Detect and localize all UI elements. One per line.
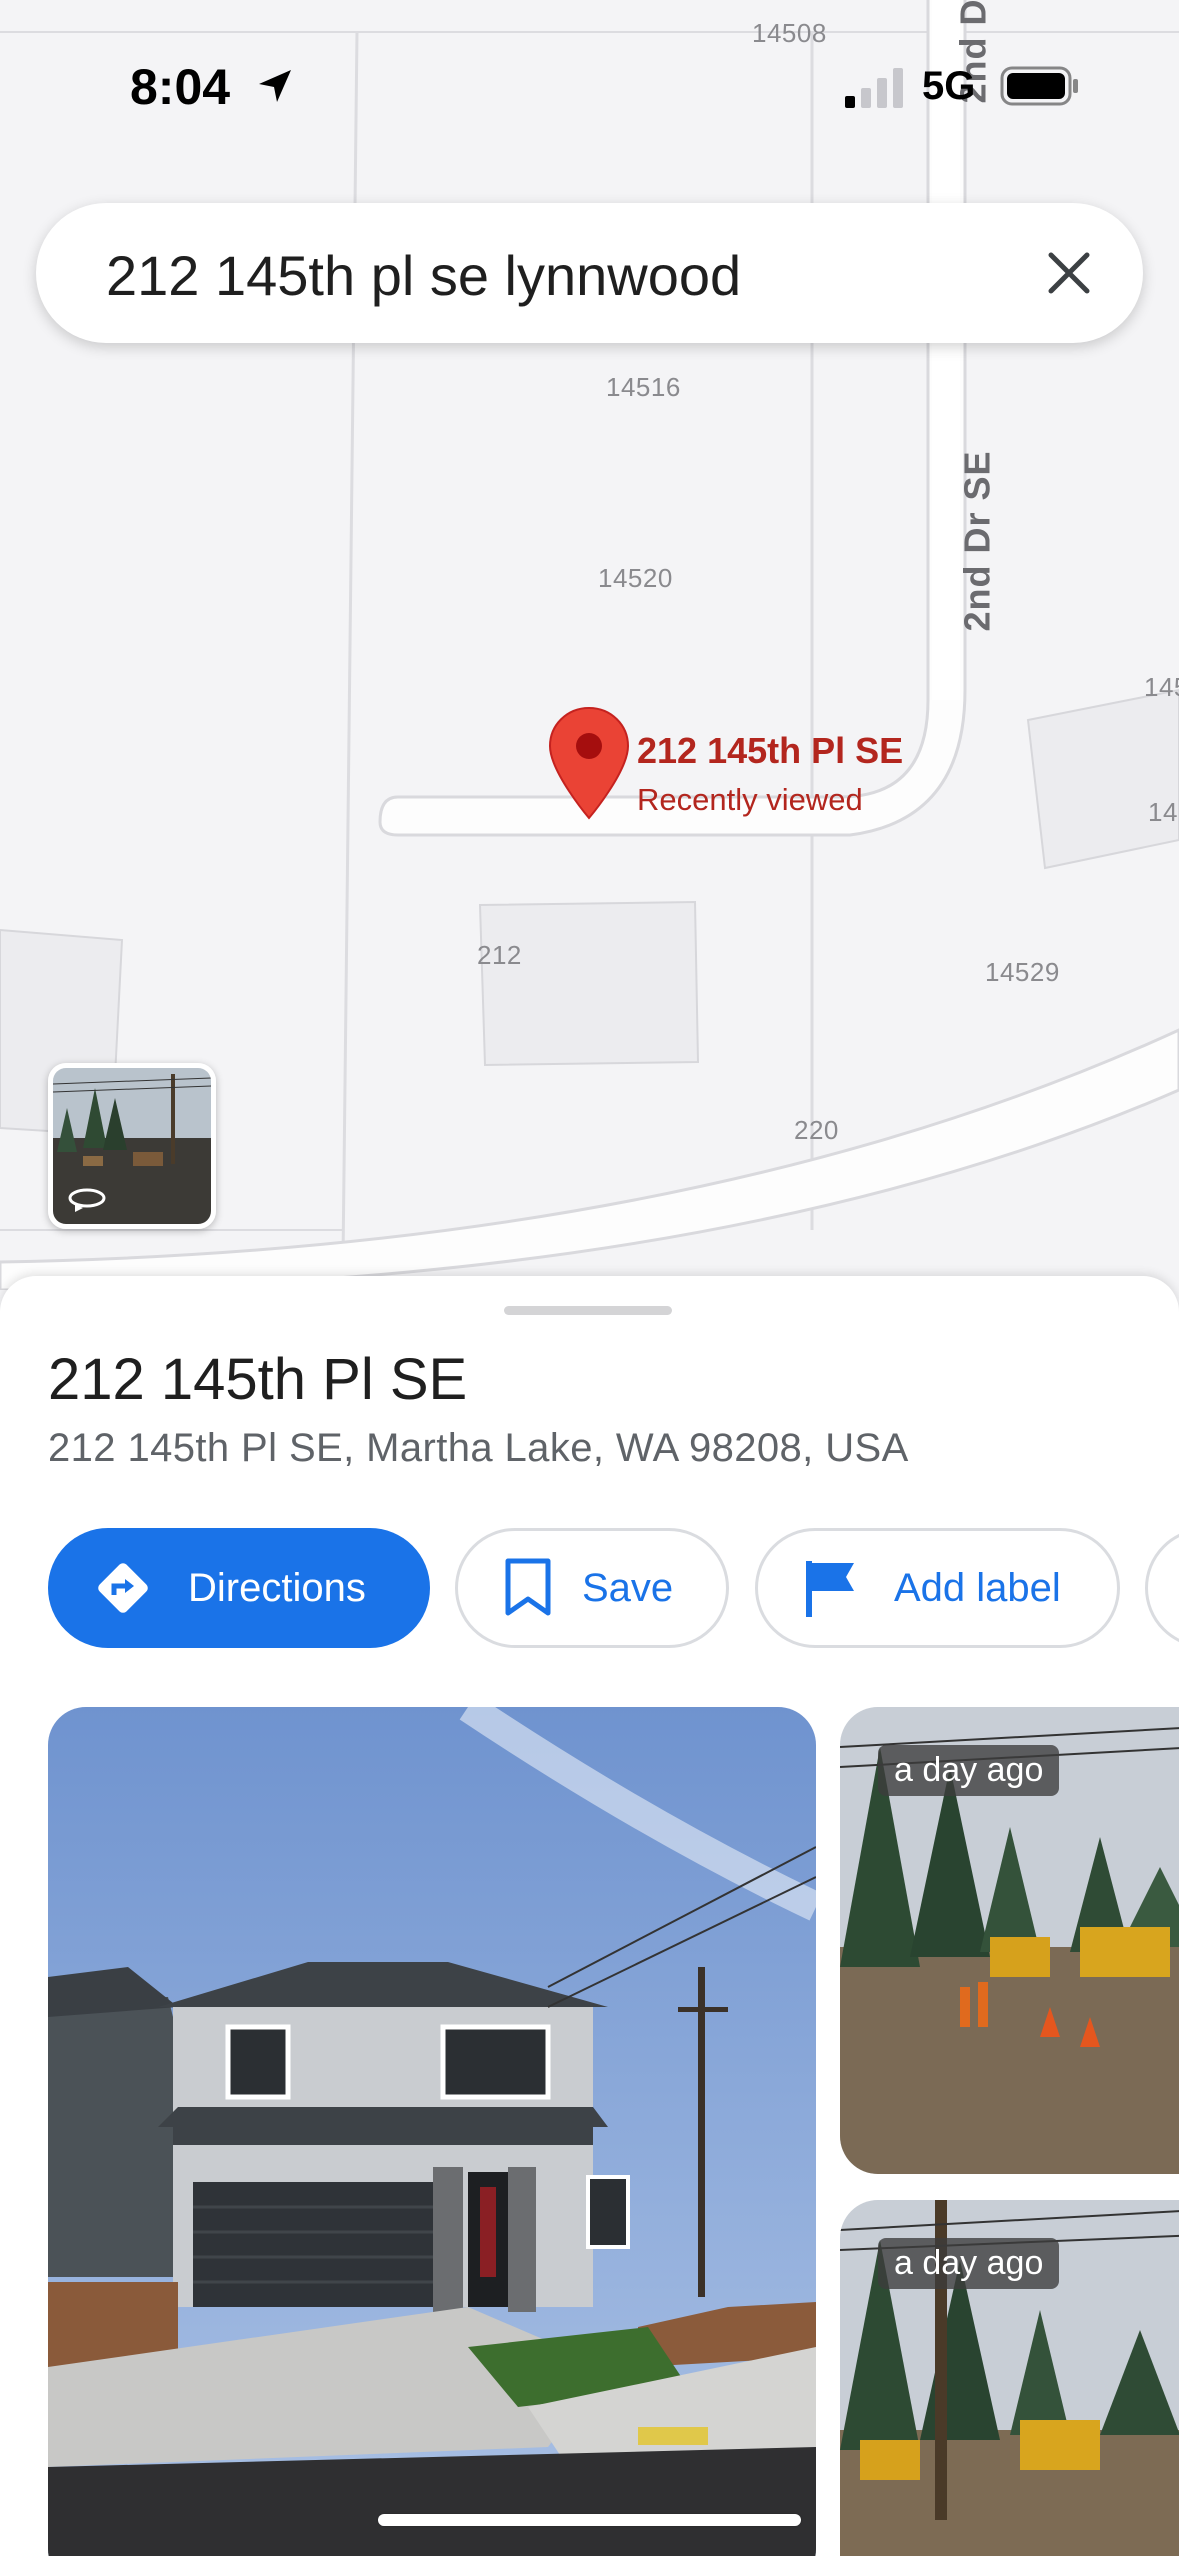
save-button[interactable]: Save: [455, 1528, 729, 1648]
search-bar[interactable]: 212 145th pl se lynnwood: [36, 203, 1143, 343]
home-indicator[interactable]: [378, 2514, 801, 2526]
save-label: Save: [582, 1565, 674, 1610]
battery-icon: [1000, 66, 1078, 106]
parcel-label: 14: [1148, 797, 1178, 827]
map-view[interactable]: 14508 14516 14520 212 14529 220 145 14 2…: [0, 0, 1179, 1290]
directions-label: Directions: [188, 1565, 366, 1610]
clock: 8:04: [130, 59, 231, 115]
street-view-thumbnail[interactable]: [48, 1063, 216, 1229]
drag-handle[interactable]: [504, 1306, 672, 1315]
parcel-label: 212: [477, 940, 522, 970]
map-pin-icon: [548, 706, 630, 820]
street-label: 2nd Dr SE: [956, 450, 998, 632]
parcel-label: 14516: [606, 372, 681, 402]
photo-date-badge: a day ago: [878, 2238, 1060, 2289]
status-bar: 8:04 5G: [0, 0, 1179, 170]
place-details-sheet[interactable]: 212 145th Pl SE 212 145th Pl SE, Martha …: [0, 1276, 1179, 2556]
location-arrow-icon: [259, 70, 291, 102]
close-icon[interactable]: [1035, 239, 1103, 307]
add-label-label: Add label: [894, 1565, 1061, 1610]
photo-date-badge: a day ago: [878, 1745, 1060, 1796]
directions-icon: [98, 1563, 148, 1613]
place-address: 212 145th Pl SE, Martha Lake, WA 98208, …: [48, 1426, 909, 1470]
pin-title[interactable]: 212 145th Pl SE: [637, 730, 903, 772]
place-photo-main[interactable]: [48, 1707, 816, 2556]
house-photo: [48, 1707, 816, 2556]
more-actions-button[interactable]: [1145, 1528, 1179, 1648]
network-type: 5G: [922, 64, 976, 108]
parcel-label: 220: [794, 1115, 839, 1145]
parcel-label: 14529: [985, 957, 1060, 987]
flag-icon: [806, 1561, 854, 1617]
cellular-signal-icon: [845, 68, 903, 108]
place-title: 212 145th Pl SE: [48, 1347, 468, 1412]
bookmark-icon: [505, 1558, 551, 1616]
parcel-label: 14520: [598, 563, 673, 593]
pin-subtitle: Recently viewed: [637, 782, 863, 817]
place-photo-side[interactable]: a day ago: [840, 1707, 1179, 2174]
search-input[interactable]: 212 145th pl se lynnwood: [106, 243, 741, 308]
parcel-label: 145: [1144, 672, 1179, 702]
add-label-button[interactable]: Add label: [755, 1528, 1120, 1648]
directions-button[interactable]: Directions: [48, 1528, 430, 1648]
rotate-360-icon: [68, 1188, 106, 1212]
place-photo-side[interactable]: a day ago: [840, 2200, 1179, 2556]
